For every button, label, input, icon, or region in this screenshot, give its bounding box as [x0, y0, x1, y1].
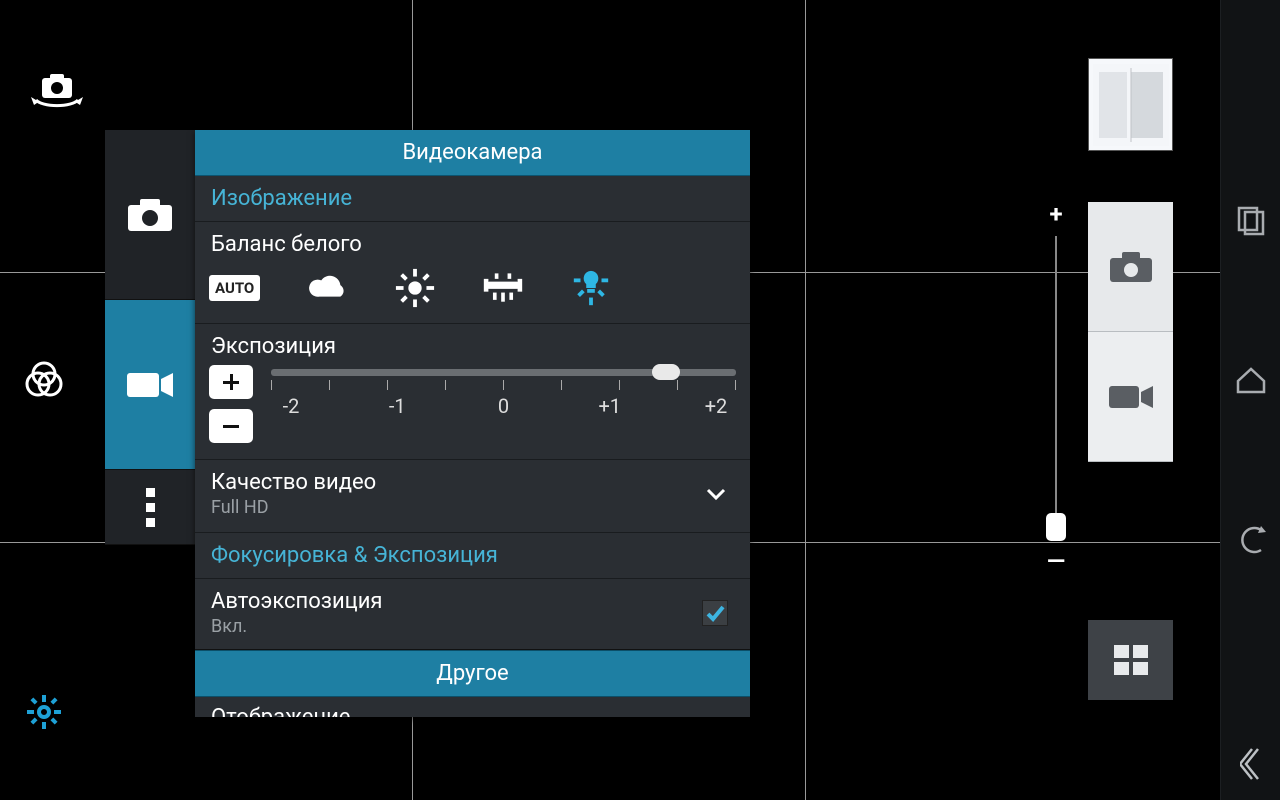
exposure-minus-button[interactable] [209, 409, 253, 443]
zoom-out-button[interactable]: — [1047, 547, 1065, 575]
exposure-plus-button[interactable] [209, 365, 253, 399]
capture-photo-button[interactable] [1088, 202, 1173, 332]
autoexposure-row[interactable]: Автоэкспозиция Вкл. [195, 579, 750, 650]
capture-video-button[interactable] [1088, 332, 1173, 462]
autoexposure-checkbox[interactable] [702, 600, 728, 626]
settings-gear-button[interactable] [26, 694, 62, 730]
gridline [805, 0, 806, 800]
section-peek-row: Отображение [195, 697, 750, 717]
autoexposure-value: Вкл. [211, 616, 382, 637]
mode-video-tab[interactable] [105, 300, 195, 470]
panel-title: Видеокамера [195, 130, 750, 176]
more-icon [146, 488, 155, 527]
video-settings-panel: Видеокамера Изображение Баланс белого AU… [195, 130, 750, 717]
wb-incandescent-button[interactable] [570, 267, 612, 309]
white-balance-label: Баланс белого [195, 222, 750, 263]
switch-camera-button[interactable] [30, 70, 84, 114]
zoom-slider-thumb[interactable] [1046, 513, 1066, 541]
chevron-down-icon [704, 482, 728, 506]
white-balance-row: AUTO [195, 263, 750, 324]
exposure-slider-thumb[interactable] [652, 364, 680, 380]
nav-recents-button[interactable] [1231, 200, 1271, 240]
video-quality-row[interactable]: Качество видео Full HD [195, 460, 750, 533]
section-image-header: Изображение [195, 176, 750, 222]
exposure-ticks [271, 380, 736, 390]
exposure-tick-labels: -2 -1 0 +1 +2 [271, 394, 736, 418]
nav-back-button[interactable] [1231, 520, 1271, 560]
autoexposure-label: Автоэкспозиция [211, 589, 382, 614]
system-nav-rail [1220, 0, 1280, 800]
exposure-slider[interactable] [271, 369, 736, 376]
video-quality-value: Full HD [211, 497, 376, 518]
mode-tabs [105, 130, 195, 545]
app-grid-button[interactable] [1088, 620, 1173, 700]
wb-auto-button[interactable]: AUTO [209, 275, 260, 301]
wb-cloudy-button[interactable] [306, 267, 348, 309]
zoom-slider[interactable] [1055, 236, 1057, 539]
exposure-label: Экспозиция [195, 324, 750, 365]
wb-fluorescent-button[interactable] [482, 267, 524, 309]
section-focus-header: Фокусировка & Экспозиция [195, 533, 750, 579]
capture-mode-column [1088, 202, 1173, 462]
nav-drawer-handle[interactable] [1231, 744, 1271, 784]
mode-more-tab[interactable] [105, 470, 195, 545]
zoom-control: + — [1044, 200, 1068, 575]
nav-home-button[interactable] [1231, 360, 1271, 400]
video-quality-label: Качество видео [211, 470, 376, 495]
effects-button[interactable] [22, 360, 66, 404]
mode-photo-tab[interactable] [105, 130, 195, 300]
last-shot-thumbnail[interactable] [1088, 58, 1173, 151]
wb-daylight-button[interactable] [394, 267, 436, 309]
section-other-header[interactable]: Другое [195, 650, 750, 697]
zoom-in-button[interactable]: + [1049, 200, 1062, 228]
